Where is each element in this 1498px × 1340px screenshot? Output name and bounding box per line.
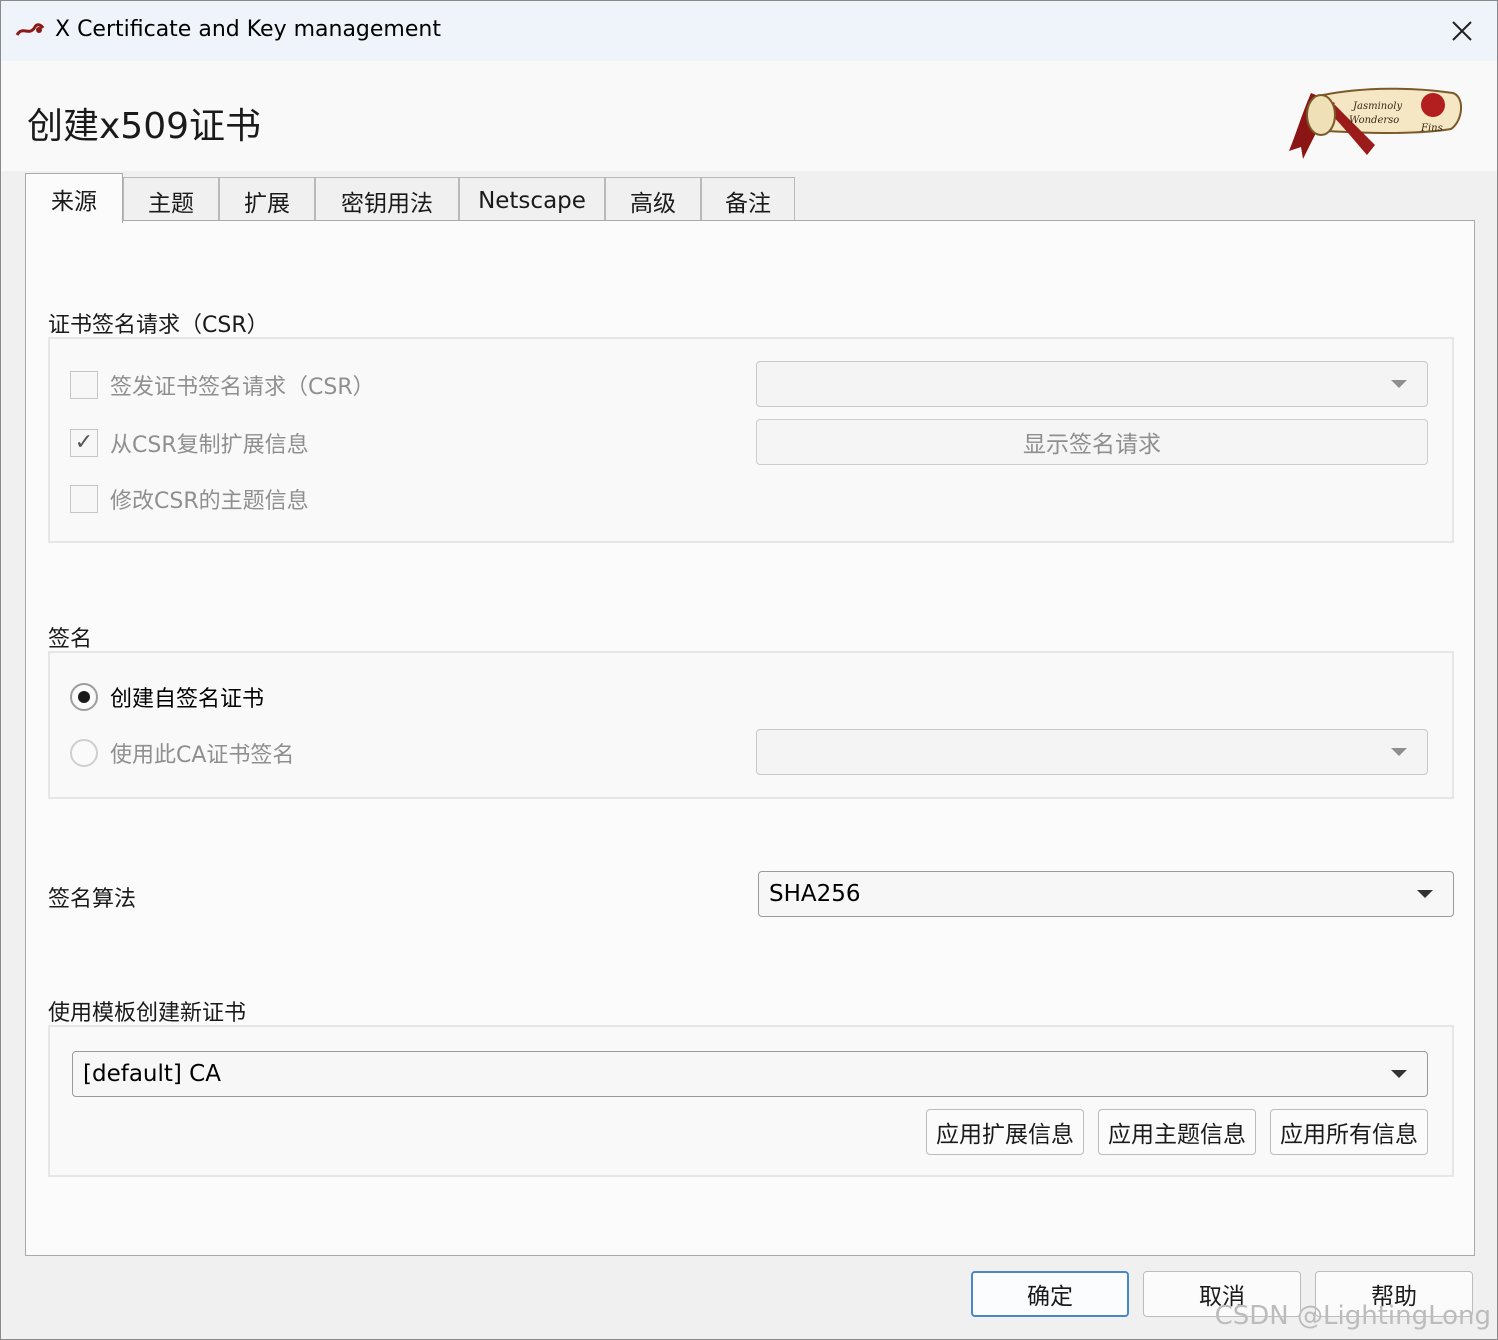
tab-extensions[interactable]: 扩展 bbox=[219, 177, 315, 223]
algorithm-label: 签名算法 bbox=[48, 887, 137, 912]
chevron-down-icon bbox=[1391, 380, 1407, 388]
sign-csr-label: 签发证书签名请求（CSR） bbox=[110, 375, 375, 400]
title-bar: X Certificate and Key management bbox=[1, 1, 1497, 61]
copy-ext-checkbox[interactable]: ✓ bbox=[70, 429, 98, 457]
apply-extensions-button[interactable]: 应用扩展信息 bbox=[926, 1109, 1084, 1155]
tab-source[interactable]: 来源 bbox=[25, 173, 123, 223]
sign-csr-checkbox[interactable] bbox=[70, 371, 98, 399]
template-value: [default] CA bbox=[83, 1061, 221, 1087]
svg-text:Jasminoly: Jasminoly bbox=[1351, 101, 1402, 112]
chevron-down-icon bbox=[1417, 890, 1433, 898]
algorithm-value: SHA256 bbox=[769, 881, 861, 907]
tab-netscape[interactable]: Netscape bbox=[459, 177, 605, 223]
template-select[interactable]: [default] CA bbox=[72, 1051, 1428, 1097]
signing-group: 创建自签名证书 使用此CA证书签名 bbox=[48, 651, 1454, 799]
algorithm-select[interactable]: SHA256 bbox=[758, 871, 1454, 917]
chevron-down-icon bbox=[1391, 748, 1407, 756]
csr-select[interactable] bbox=[756, 361, 1428, 407]
close-icon bbox=[1452, 21, 1472, 41]
template-section-label: 使用模板创建新证书 bbox=[48, 1001, 247, 1026]
modify-subject-label: 修改CSR的主题信息 bbox=[110, 489, 309, 514]
modify-subject-checkbox-row[interactable]: 修改CSR的主题信息 bbox=[70, 483, 309, 515]
tab-comment[interactable]: 备注 bbox=[701, 177, 795, 223]
use-ca-radio-row[interactable]: 使用此CA证书签名 bbox=[70, 737, 294, 769]
use-ca-radio[interactable] bbox=[70, 739, 98, 767]
watermark: CSDN @LightingLong bbox=[1214, 1301, 1491, 1331]
svg-text:Wonderso: Wonderso bbox=[1349, 115, 1399, 126]
template-group: [default] CA 应用扩展信息 应用主题信息 应用所有信息 bbox=[48, 1025, 1454, 1177]
dialog-window: X Certificate and Key management 创建x509证… bbox=[0, 0, 1498, 1340]
copy-ext-checkbox-row[interactable]: ✓ 从CSR复制扩展信息 bbox=[70, 427, 309, 459]
svg-text:Fins: Fins bbox=[1420, 123, 1443, 134]
self-signed-radio-row[interactable]: 创建自签名证书 bbox=[70, 681, 264, 713]
app-icon bbox=[15, 23, 45, 36]
tab-panel-source: 证书签名请求（CSR） 签发证书签名请求（CSR） ✓ 从CSR复制扩展信息 修… bbox=[25, 220, 1475, 1256]
signing-section-label: 签名 bbox=[48, 627, 93, 652]
copy-ext-label: 从CSR复制扩展信息 bbox=[110, 433, 309, 458]
checkmark-icon: ✓ bbox=[74, 430, 94, 455]
self-signed-radio[interactable] bbox=[70, 683, 98, 711]
logo-scroll-icon: Jasminoly Wonderso Fins bbox=[1289, 87, 1462, 159]
tab-key-usage[interactable]: 密钥用法 bbox=[315, 177, 459, 223]
use-ca-label: 使用此CA证书签名 bbox=[110, 743, 295, 768]
window-title: X Certificate and Key management bbox=[55, 17, 441, 42]
sign-csr-checkbox-row[interactable]: 签发证书签名请求（CSR） bbox=[70, 369, 375, 401]
page-title: 创建x509证书 bbox=[27, 106, 262, 147]
modify-subject-checkbox[interactable] bbox=[70, 485, 98, 513]
self-signed-label: 创建自签名证书 bbox=[110, 687, 265, 712]
close-button[interactable] bbox=[1439, 9, 1485, 53]
csr-group: 签发证书签名请求（CSR） ✓ 从CSR复制扩展信息 修改CSR的主题信息 显示… bbox=[48, 337, 1454, 543]
tab-advanced[interactable]: 高级 bbox=[605, 177, 701, 223]
ca-select[interactable] bbox=[756, 729, 1428, 775]
tab-subject[interactable]: 主题 bbox=[123, 177, 219, 223]
show-request-button[interactable]: 显示签名请求 bbox=[756, 419, 1428, 465]
ok-button[interactable]: 确定 bbox=[971, 1271, 1129, 1317]
chevron-down-icon bbox=[1391, 1070, 1407, 1078]
apply-subject-button[interactable]: 应用主题信息 bbox=[1098, 1109, 1256, 1155]
csr-section-label: 证书签名请求（CSR） bbox=[48, 313, 269, 338]
apply-all-button[interactable]: 应用所有信息 bbox=[1270, 1109, 1428, 1155]
